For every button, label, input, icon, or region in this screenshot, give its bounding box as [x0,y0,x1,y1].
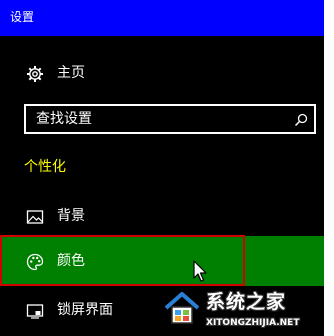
nav-item-lock-screen-label: 锁屏界面 [57,302,113,318]
search-placeholder: 查找设置 [36,111,92,127]
palette-icon [26,253,44,271]
picture-icon [26,208,44,226]
search-icon[interactable] [294,112,308,127]
window-title: 设置 [10,10,35,24]
nav-item-background-label: 背景 [57,208,85,224]
lock-screen-icon [26,302,44,320]
title-bar: 设置 [0,0,324,36]
nav-item-home-label: 主页 [57,65,85,81]
section-heading-personalization: 个性化 [24,159,66,175]
search-input[interactable]: 查找设置 [24,104,316,134]
watermark-title: 系统之家 [206,291,287,313]
nav-item-background[interactable]: 背景 [0,196,324,236]
nav-item-home[interactable]: 主页 [0,53,324,93]
nav-item-colors[interactable]: 颜色 [0,236,324,286]
gear-icon [26,65,44,83]
nav-item-colors-label: 颜色 [57,253,85,269]
site-watermark-logo: 系统之家 XITONGZHIJIA.NET [158,286,334,336]
watermark-url: XITONGZHIJIA.NET [206,318,300,328]
house-logo-icon [162,288,202,328]
mouse-pointer-icon [193,260,209,284]
